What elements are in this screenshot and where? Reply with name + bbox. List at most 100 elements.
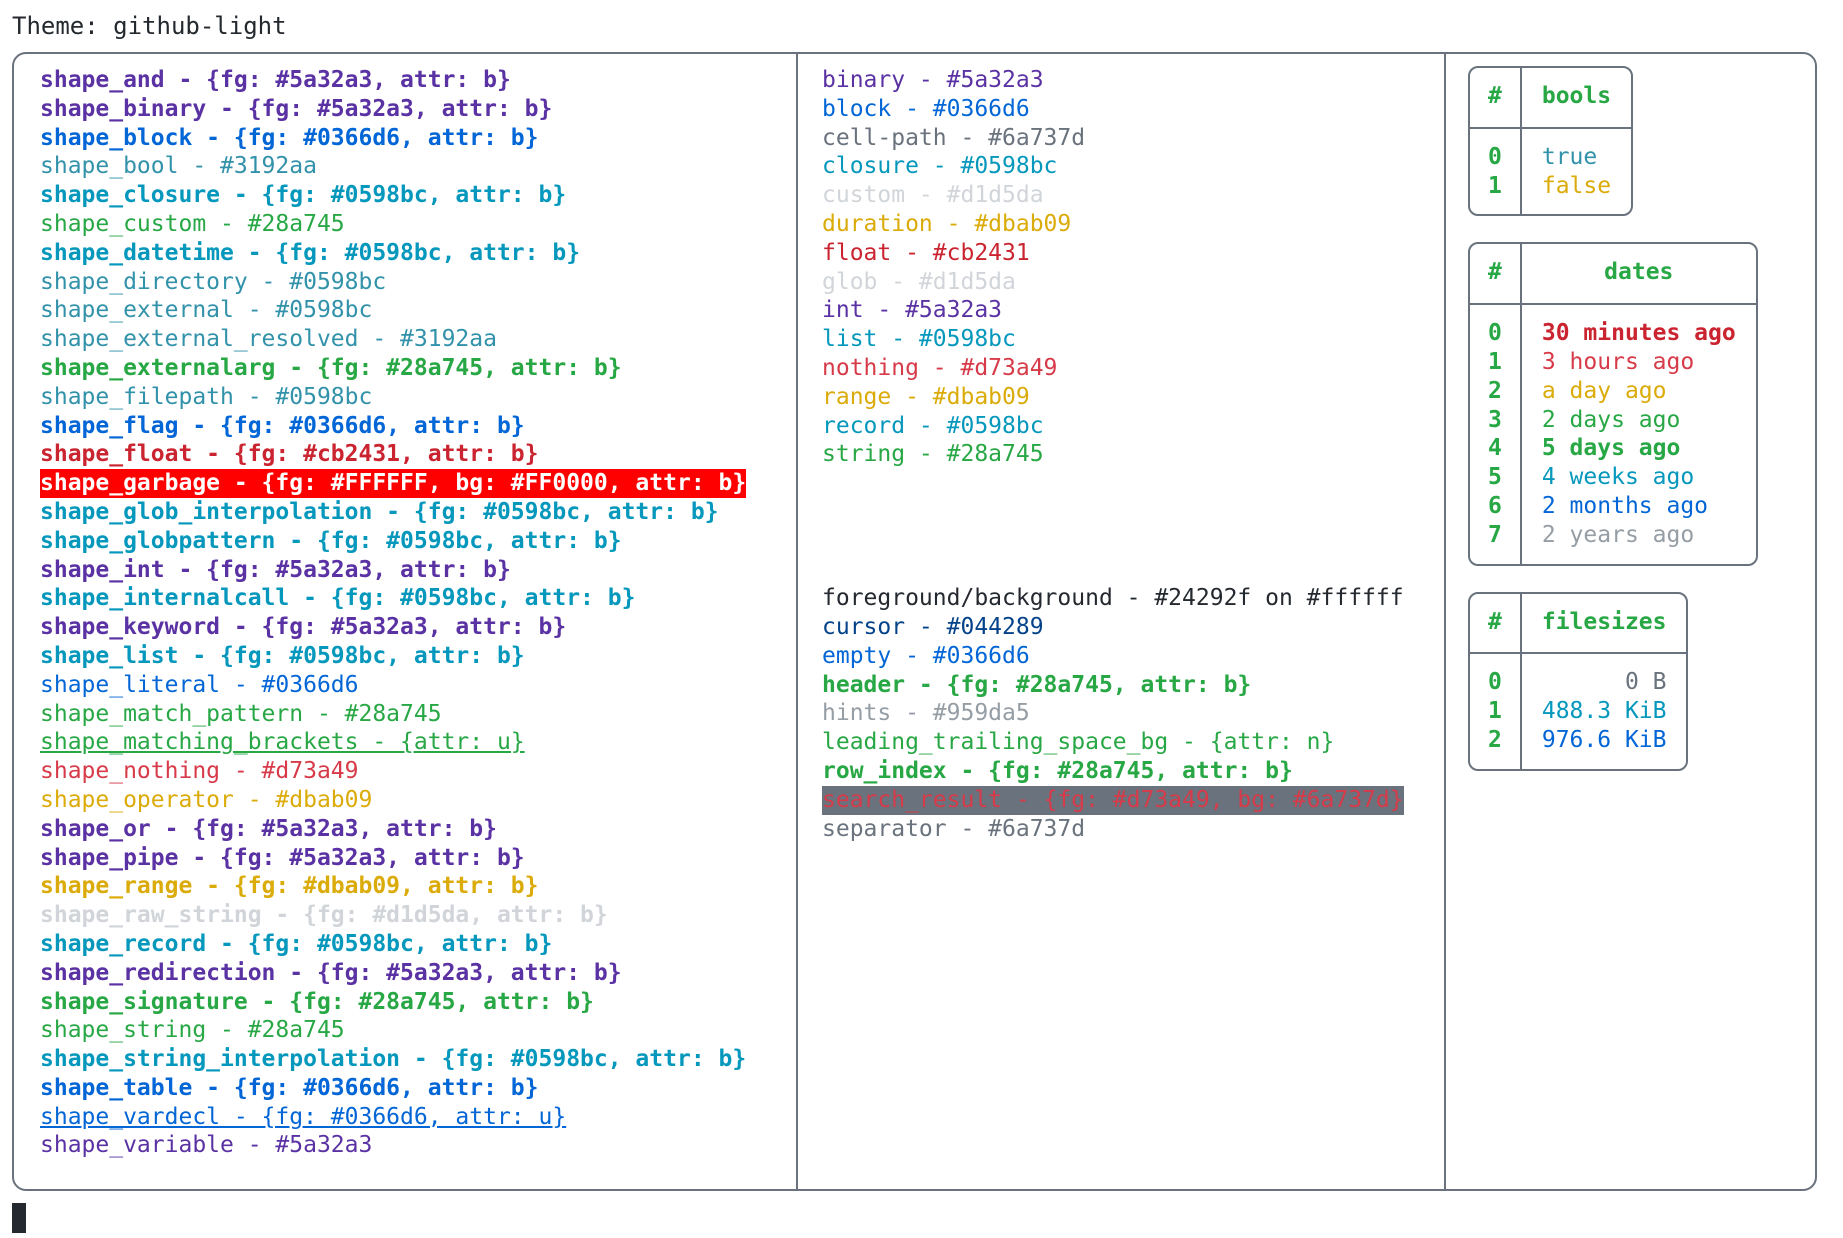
- shape-entry-row: shape_binary - {fg: #5a32a3, attr: b}: [40, 95, 796, 124]
- row-index: 0: [1470, 654, 1522, 698]
- cell-value: a day ago: [1541, 377, 1667, 404]
- row-index: 7: [1470, 520, 1522, 564]
- type-entry-row: float - #cb2431: [822, 239, 1444, 268]
- shape-entry: shape_int - {fg: #5a32a3, attr: b}: [40, 556, 511, 583]
- type-entry-row: nothing - #d73a49: [822, 354, 1444, 383]
- shape-entry: shape_globpattern - {fg: #0598bc, attr: …: [40, 527, 622, 554]
- column-header-index: #: [1470, 593, 1522, 655]
- shape-entry: shape_bool - #3192aa: [40, 153, 317, 180]
- shape-entry-row: shape_match_pattern - #28a745: [40, 700, 796, 729]
- shape-entry-row: shape_range - {fg: #dbab09, attr: b}: [40, 872, 796, 901]
- table-filesizes: # filesizes 0 0 B 1 488.3 KiB 2 976.6 KiB: [1468, 591, 1689, 771]
- table-row: 0 30 minutes ago: [1470, 305, 1756, 348]
- shape-entry-row: shape_datetime - {fg: #0598bc, attr: b}: [40, 239, 796, 268]
- type-entry: string - #28a745: [822, 441, 1044, 468]
- row-index: 1: [1470, 697, 1522, 726]
- table-row: 0 true: [1470, 128, 1631, 172]
- tables-host: # bools 0 true 1 false # dates 0 30 minutes ago 1 3…: [1468, 66, 1815, 771]
- sample-tables-column: # bools 0 true 1 false # dates 0 30 minutes ago 1 3…: [1444, 54, 1815, 1189]
- ui-element-entry: foreground/background - #24292f on #ffff…: [822, 585, 1404, 612]
- shape-entry-row: shape_external_resolved - #3192aa: [40, 325, 796, 354]
- type-entry: closure - #0598bc: [822, 153, 1058, 180]
- theme-label: Theme: github-light: [12, 12, 287, 40]
- row-index: 2: [1470, 725, 1522, 769]
- shape-entry: shape_externalarg - {fg: #28a745, attr: …: [40, 354, 622, 381]
- shape-entry-row: shape_flag - {fg: #0366d6, attr: b}: [40, 412, 796, 441]
- type-entry: list - #0598bc: [822, 326, 1016, 353]
- shape-entry-row: shape_filepath - #0598bc: [40, 383, 796, 412]
- shape-entry: shape_filepath - #0598bc: [40, 383, 373, 410]
- row-index: 1: [1470, 171, 1522, 215]
- shape-entry-row: shape_custom - #28a745: [40, 210, 796, 239]
- ui-element-entry-row: cursor - #044289: [822, 613, 1444, 642]
- shape-entry-row: shape_external - #0598bc: [40, 296, 796, 325]
- ui-element-entry: row_index - {fg: #28a745, attr: b}: [822, 757, 1293, 784]
- cell-value: 5 days ago: [1541, 435, 1681, 462]
- shape-entry: shape_string - #28a745: [40, 1017, 345, 1044]
- type-entry: range - #dbab09: [822, 383, 1030, 410]
- shape-entry-row: shape_string - #28a745: [40, 1016, 796, 1045]
- type-entry: float - #cb2431: [822, 239, 1030, 266]
- type-entry-row: int - #5a32a3: [822, 296, 1444, 325]
- cell-value: 488.3 KiB: [1541, 698, 1667, 725]
- shape-entry-row: shape_block - {fg: #0366d6, attr: b}: [40, 124, 796, 153]
- type-entry-row: record - #0598bc: [822, 412, 1444, 441]
- type-entry: nothing - #d73a49: [822, 354, 1058, 381]
- terminal-cursor: [12, 1203, 26, 1233]
- row-index: 1: [1470, 347, 1522, 377]
- ui-element-entry-row: search_result - {fg: #d73a49, bg: #6a737…: [822, 785, 1444, 815]
- cell-value: 2 months ago: [1541, 492, 1709, 519]
- ui-element-entry-row: hints - #959da5: [822, 699, 1444, 728]
- shape-entry: shape_record - {fg: #0598bc, attr: b}: [40, 930, 553, 957]
- row-index: 5: [1470, 463, 1522, 492]
- type-entry: record - #0598bc: [822, 412, 1044, 439]
- type-entry-row: custom - #d1d5da: [822, 181, 1444, 210]
- shape-entry-row: shape_string_interpolation - {fg: #0598b…: [40, 1045, 796, 1074]
- shape-entry: shape_garbage - {fg: #FFFFFF, bg: #FF000…: [40, 469, 747, 498]
- type-entry: block - #0366d6: [822, 95, 1030, 122]
- type-entry: custom - #d1d5da: [822, 182, 1044, 209]
- shape-entry: shape_flag - {fg: #0366d6, attr: b}: [40, 412, 525, 439]
- shape-entry: shape_keyword - {fg: #5a32a3, attr: b}: [40, 614, 567, 641]
- shape-entry-row: shape_operator - #dbab09: [40, 786, 796, 815]
- shape-entry: shape_pipe - {fg: #5a32a3, attr: b}: [40, 844, 525, 871]
- column-header-index: #: [1470, 244, 1522, 306]
- type-entry: duration - #dbab09: [822, 210, 1072, 237]
- shape-entry-row: shape_externalarg - {fg: #28a745, attr: …: [40, 354, 796, 383]
- theme-preview-page: Theme: github-light shape_and - {fg: #5a…: [0, 0, 1843, 1238]
- ui-element-entry: empty - #0366d6: [822, 642, 1030, 669]
- type-entry-row: range - #dbab09: [822, 383, 1444, 412]
- shape-entry-row: shape_raw_string - {fg: #d1d5da, attr: b…: [40, 901, 796, 930]
- row-index: 0: [1470, 305, 1522, 348]
- ui-element-entry: header - {fg: #28a745, attr: b}: [822, 671, 1252, 698]
- table-row: 2 976.6 KiB: [1470, 725, 1686, 769]
- ui-element-entry: separator - #6a737d: [822, 815, 1086, 842]
- shape-entry: shape_binary - {fg: #5a32a3, attr: b}: [40, 95, 553, 122]
- shape-entry-row: shape_directory - #0598bc: [40, 268, 796, 297]
- ui-element-entry-row: foreground/background - #24292f on #ffff…: [822, 584, 1444, 613]
- ui-element-entry-row: row_index - {fg: #28a745, attr: b}: [822, 757, 1444, 786]
- shape-entry: shape_glob_interpolation - {fg: #0598bc,…: [40, 498, 719, 525]
- types-list: binary - #5a32a3 block - #0366d6 cell-path…: [822, 66, 1444, 469]
- ui-element-entry-row: header - {fg: #28a745, attr: b}: [822, 671, 1444, 700]
- type-entry: int - #5a32a3: [822, 297, 1003, 324]
- shape-entry: shape_and - {fg: #5a32a3, attr: b}: [40, 67, 511, 93]
- shape-entry-row: shape_closure - {fg: #0598bc, attr: b}: [40, 181, 796, 210]
- shape-entry: shape_custom - #28a745: [40, 210, 345, 237]
- shape-entry: shape_nothing - #d73a49: [40, 758, 359, 785]
- table-row: 1 false: [1470, 171, 1631, 215]
- type-entry: cell-path - #6a737d: [822, 124, 1086, 151]
- type-entry: binary - #5a32a3: [822, 67, 1044, 93]
- shape-entry-row: shape_literal - #0366d6: [40, 671, 796, 700]
- column-header-dates: dates: [1521, 244, 1756, 306]
- theme-preview-frame: shape_and - {fg: #5a32a3, attr: b} shape_…: [12, 52, 1817, 1191]
- shape-entry-row: shape_globpattern - {fg: #0598bc, attr: …: [40, 527, 796, 556]
- table-row: 2 a day ago: [1470, 376, 1756, 406]
- shape-entry: shape_raw_string - {fg: #d1d5da, attr: b…: [40, 902, 608, 929]
- shape-entry-row: shape_record - {fg: #0598bc, attr: b}: [40, 930, 796, 959]
- table-row: 7 2 years ago: [1470, 520, 1756, 564]
- shape-entry: shape_match_pattern - #28a745: [40, 700, 442, 727]
- shape-entry-row: shape_redirection - {fg: #5a32a3, attr: …: [40, 959, 796, 988]
- shape-entry: shape_internalcall - {fg: #0598bc, attr:…: [40, 585, 636, 612]
- shape-entry-row: shape_bool - #3192aa: [40, 152, 796, 181]
